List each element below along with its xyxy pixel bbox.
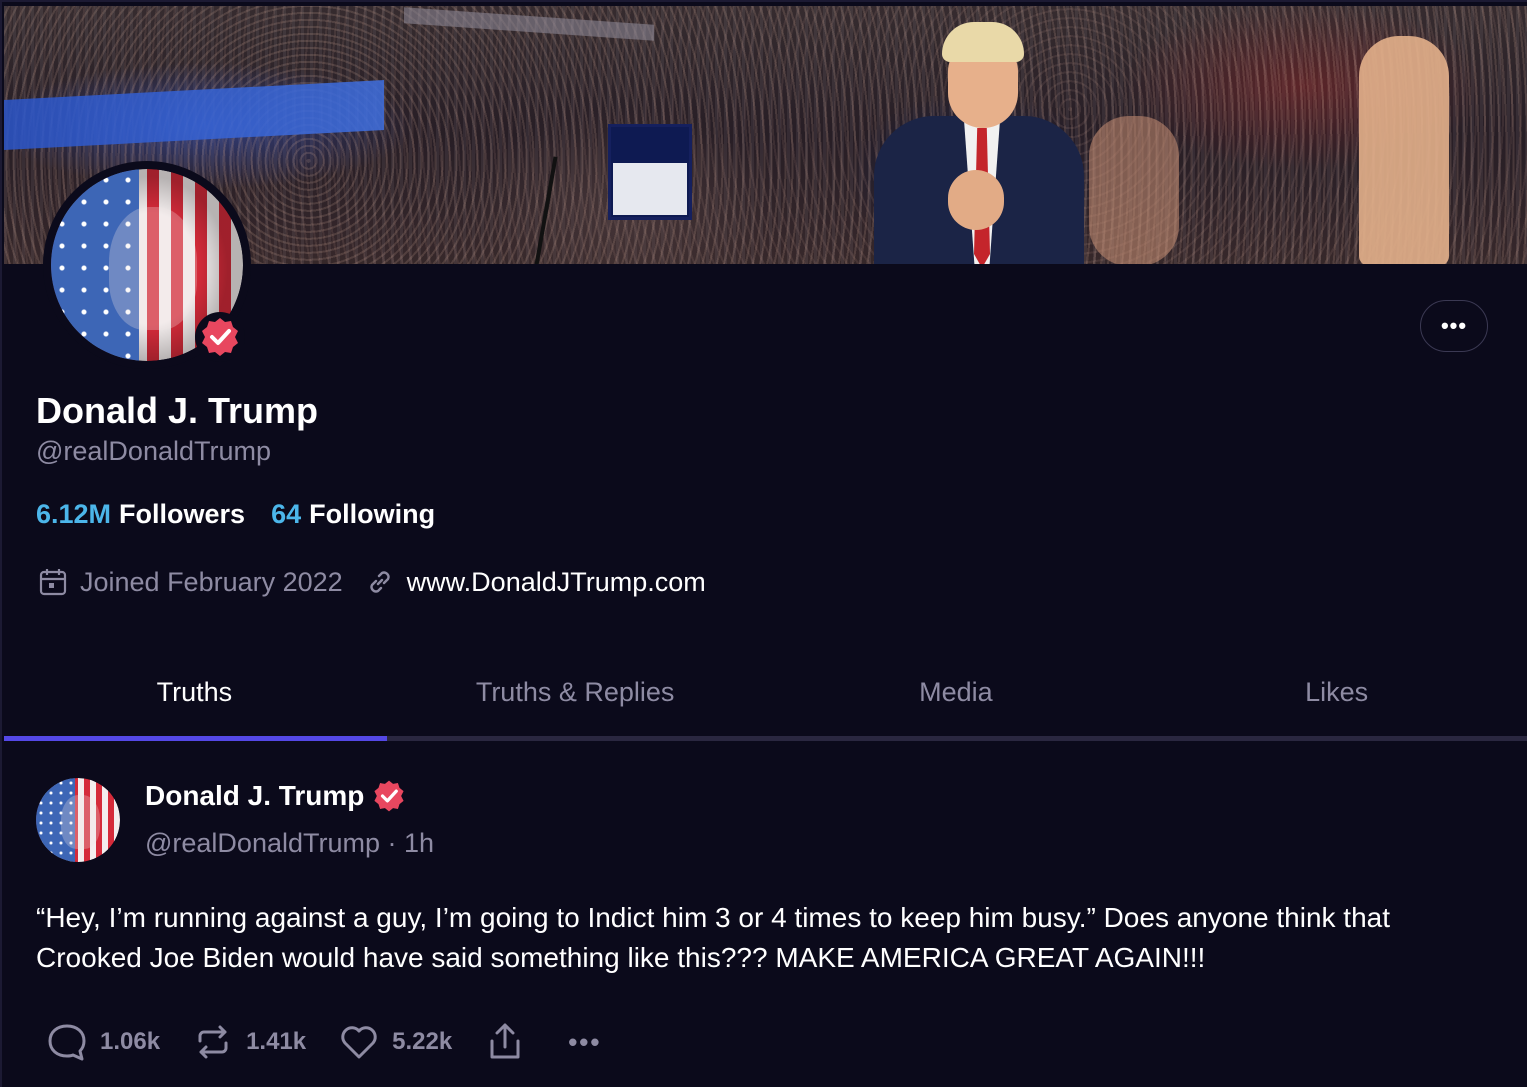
following-label: Following	[309, 499, 436, 529]
reply-count: 1.06k	[100, 1028, 161, 1055]
profile-meta: Joined February 2022 www.DonaldJTrump.co…	[38, 562, 706, 602]
tab-truths-replies[interactable]: Truths & Replies	[385, 642, 766, 742]
followers-label: Followers	[119, 499, 246, 529]
profile-stats: 6.12M Followers 64 Following	[36, 499, 435, 530]
profile-name: Donald J. Trump	[36, 390, 319, 431]
profile-page: ••• Donald J. Trump @realDonaldTrump 6.1…	[0, 0, 1527, 1087]
heart-icon	[341, 1026, 377, 1059]
retruth-icon	[198, 1025, 228, 1059]
reply-icon	[48, 1024, 86, 1061]
post-author[interactable]: Donald J. Trump	[145, 779, 406, 813]
link-icon	[370, 571, 390, 593]
following-link[interactable]: 64 Following	[271, 499, 435, 530]
profile-handle: @realDonaldTrump	[36, 436, 271, 466]
post-text: “Hey, I’m running against a guy, I’m goi…	[36, 902, 1390, 973]
tab-likes[interactable]: Likes	[1146, 642, 1527, 742]
like-button[interactable]: 5.22k	[338, 1021, 452, 1063]
banner-speaker	[864, 20, 1094, 264]
post-more-button[interactable]: •••	[568, 1027, 601, 1058]
tab-indicator-track	[4, 736, 1527, 741]
profile-more-button[interactable]: •••	[1420, 300, 1488, 352]
following-count: 64	[271, 499, 302, 529]
like-count: 5.22k	[392, 1028, 453, 1055]
post-author-name: Donald J. Trump	[145, 780, 365, 811]
website-link[interactable]: www.DonaldJTrump.com	[407, 567, 706, 598]
followers-link[interactable]: 6.12M Followers	[36, 499, 245, 530]
post-handle-time: @realDonaldTrump · 1h	[145, 828, 435, 858]
post-author-avatar[interactable]	[36, 778, 120, 862]
share-button[interactable]	[484, 1021, 526, 1063]
tab-truths[interactable]: Truths	[4, 642, 385, 742]
tab-media[interactable]: Media	[766, 642, 1147, 742]
followers-count: 6.12M	[36, 499, 112, 529]
retruth-button[interactable]: 1.41k	[192, 1021, 306, 1063]
reply-button[interactable]: 1.06k	[46, 1021, 160, 1063]
profile-tabs: Truths Truths & Replies Media Likes	[4, 642, 1527, 742]
verified-badge-icon	[195, 312, 245, 362]
joined-date: Joined February 2022	[80, 566, 343, 597]
share-icon	[490, 1023, 520, 1059]
post-actions: 1.06k 1.41k 5.22k •••	[46, 1017, 602, 1067]
verified-badge-icon	[374, 780, 404, 812]
tab-indicator	[4, 736, 387, 741]
retruth-count: 1.41k	[246, 1028, 307, 1055]
calendar-icon	[39, 569, 67, 596]
